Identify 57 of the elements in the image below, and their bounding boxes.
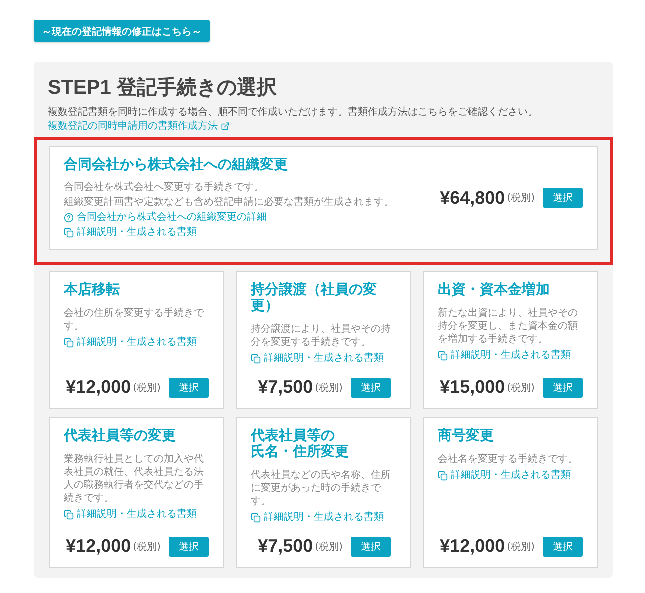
card-title: 商号変更 <box>438 428 495 444</box>
card-title: 合同会社から株式会社への組織変更 <box>64 157 289 173</box>
tax-label: (税別) <box>315 382 343 394</box>
select-button[interactable]: 選択 <box>350 378 391 398</box>
tax-label: (税別) <box>315 540 343 554</box>
external-link-icon <box>221 122 230 131</box>
help-link[interactable]: 合同会社から株式会社への組織変更の詳細 <box>64 211 440 224</box>
copy-icon <box>438 350 448 360</box>
copy-icon <box>438 470 448 480</box>
step-title: STEP1 登記手続きの選択 <box>48 76 278 101</box>
price: ¥7,500 <box>258 536 314 557</box>
price: ¥7,500 <box>258 377 314 398</box>
copy-icon <box>64 338 74 348</box>
tax-label: (税別) <box>507 382 535 394</box>
copy-icon <box>64 510 74 520</box>
guide-link[interactable]: 複数登記の同時申請用の書類作成方法 <box>48 120 599 133</box>
card-title: 本店移転 <box>64 282 121 298</box>
price: ¥12,000 <box>440 536 506 557</box>
step-note: 複数登記書類を同時に作成する場合、順不同で作成いただけます。書類作成方法はこちらをご確認ください。 <box>48 107 539 119</box>
select-button[interactable]: 選択 <box>542 536 583 556</box>
detail-link[interactable]: 詳細説明・生成される書類 <box>251 511 398 524</box>
card-description: 組織変更計画書や定款なども含め登記申請に必要な書類が生成されます。 <box>64 196 395 209</box>
select-button[interactable]: 選択 <box>542 378 583 398</box>
card-description: 持分譲渡により、社員やその持分を変更する手続きです。 <box>251 323 392 349</box>
tax-label: (税別) <box>133 382 161 394</box>
help-icon <box>64 212 74 222</box>
edit-registration-button[interactable]: ～現在の登記情報の修正はこちら～ <box>34 20 210 42</box>
card-title: 持分譲渡（社員の変更） <box>251 282 378 314</box>
select-button[interactable]: 選択 <box>350 536 391 556</box>
tax-label: (税別) <box>507 192 535 205</box>
card-description: 新たな出資により、社員やその持分を変更し、また資本金の額を増加する手続きです。 <box>438 307 579 346</box>
card-title: 出資・資本金増加 <box>438 282 551 298</box>
card-title: 代表社員等の変更 <box>64 428 177 444</box>
tax-label: (税別) <box>133 540 161 554</box>
detail-link[interactable]: 詳細説明・生成される書類 <box>438 469 585 482</box>
copy-icon <box>64 228 74 238</box>
copy-icon <box>251 354 261 364</box>
price: ¥12,000 <box>66 536 132 557</box>
price: ¥12,000 <box>66 377 132 398</box>
detail-link[interactable]: 詳細説明・生成される書類 <box>64 336 211 349</box>
detail-link[interactable]: 詳細説明・生成される書類 <box>251 352 398 365</box>
detail-link[interactable]: 詳細説明・生成される書類 <box>64 508 211 521</box>
select-button[interactable]: 選択 <box>543 188 583 208</box>
copy-icon <box>251 512 261 522</box>
card-description: 業務執行社員としての加入や代表社員の就任、代表社員たる法人の職務執行者を交代などの手続きです。 <box>64 453 205 505</box>
card-description: 会社名を変更する手続きです。 <box>438 453 579 466</box>
card-description: 会社の住所を変更する手続きです。 <box>64 307 205 333</box>
detail-link[interactable]: 詳細説明・生成される書類 <box>438 349 585 362</box>
tax-label: (税別) <box>507 540 535 554</box>
select-button[interactable]: 選択 <box>168 536 209 556</box>
price: ¥15,000 <box>440 377 506 398</box>
card-description: 合同会社を株式会社へ変更する手続きです。 <box>64 181 265 194</box>
card-description: 代表社員などの氏や名称、住所に変更があった時の手続きです。 <box>251 469 392 508</box>
select-button[interactable]: 選択 <box>168 378 209 398</box>
price: ¥64,800 <box>440 188 506 208</box>
detail-link[interactable]: 詳細説明・生成される書類 <box>64 226 440 239</box>
card-title: 代表社員等の 氏名・住所変更 <box>251 428 350 460</box>
